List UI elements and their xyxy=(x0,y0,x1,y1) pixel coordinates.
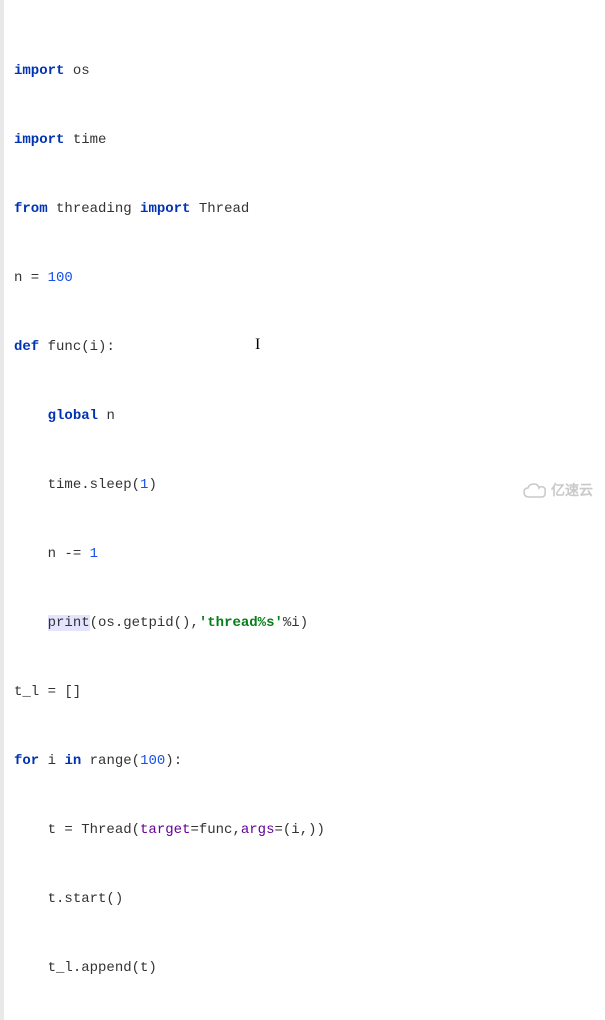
paren: ( xyxy=(132,753,140,769)
code-line: t_l = [] xyxy=(14,681,595,704)
code-line: t.start() xyxy=(14,888,595,911)
keyword: import xyxy=(14,132,64,148)
paren: ( xyxy=(81,339,89,355)
code-line: t = Thread(target=func,args=(i,)) xyxy=(14,819,595,842)
expression: n -= xyxy=(48,546,90,562)
paren: ): xyxy=(165,753,182,769)
keyword: from xyxy=(14,201,48,217)
keyword: def xyxy=(14,339,39,355)
code-line: time.sleep(1) xyxy=(14,474,595,497)
expression: t_l.append(t) xyxy=(48,960,157,976)
named-arg: target xyxy=(140,822,190,838)
paren: ) xyxy=(148,477,156,493)
expression: t.start() xyxy=(48,891,124,907)
code-line: global n xyxy=(14,405,595,428)
code-line: from threading import Thread xyxy=(14,198,595,221)
value: =(i,)) xyxy=(274,822,324,838)
builtin: print xyxy=(48,615,90,631)
call: time.sleep xyxy=(48,477,132,493)
function-name: func xyxy=(48,339,82,355)
module-name: os xyxy=(73,63,90,79)
cloud-icon xyxy=(523,483,547,499)
keyword: for xyxy=(14,753,39,769)
module-name: time xyxy=(73,132,107,148)
keyword: in xyxy=(64,753,81,769)
code-line: import os xyxy=(14,60,595,83)
expression: t_l = [] xyxy=(14,684,81,700)
module-name: threading xyxy=(56,201,132,217)
number: 100 xyxy=(48,270,73,286)
keyword: import xyxy=(14,63,64,79)
named-arg: args xyxy=(241,822,275,838)
watermark: 亿速云 xyxy=(523,479,593,502)
keyword: global xyxy=(48,408,98,424)
code-line: n -= 1 xyxy=(14,543,595,566)
operator: = xyxy=(22,270,47,286)
variable: n xyxy=(106,408,114,424)
expression: t = Thread( xyxy=(48,822,140,838)
paren: ( xyxy=(90,615,98,631)
code-line: import time xyxy=(14,129,595,152)
number: 100 xyxy=(140,753,165,769)
call: range xyxy=(90,753,132,769)
class-name: Thread xyxy=(199,201,249,217)
code-line: n = 100 xyxy=(14,267,595,290)
code-editor: import os import time from threading imp… xyxy=(0,0,605,1020)
watermark-text: 亿速云 xyxy=(551,479,593,502)
code-line: print(os.getpid(),'thread%s'%i) xyxy=(14,612,595,635)
param: i xyxy=(90,339,98,355)
paren: ( xyxy=(132,477,140,493)
value: =func, xyxy=(190,822,240,838)
code-line: for i in range(100): xyxy=(14,750,595,773)
string: 'thread%s' xyxy=(199,615,283,631)
call: os.getpid() xyxy=(98,615,190,631)
code-line: t_l.append(t) xyxy=(14,957,595,980)
paren: ) xyxy=(300,615,308,631)
code-line: def func(i): xyxy=(14,336,595,359)
variable: i xyxy=(48,753,56,769)
keyword: import xyxy=(140,201,190,217)
tail: %i xyxy=(283,615,300,631)
comma: , xyxy=(190,615,198,631)
number: 1 xyxy=(90,546,98,562)
paren: ): xyxy=(98,339,115,355)
